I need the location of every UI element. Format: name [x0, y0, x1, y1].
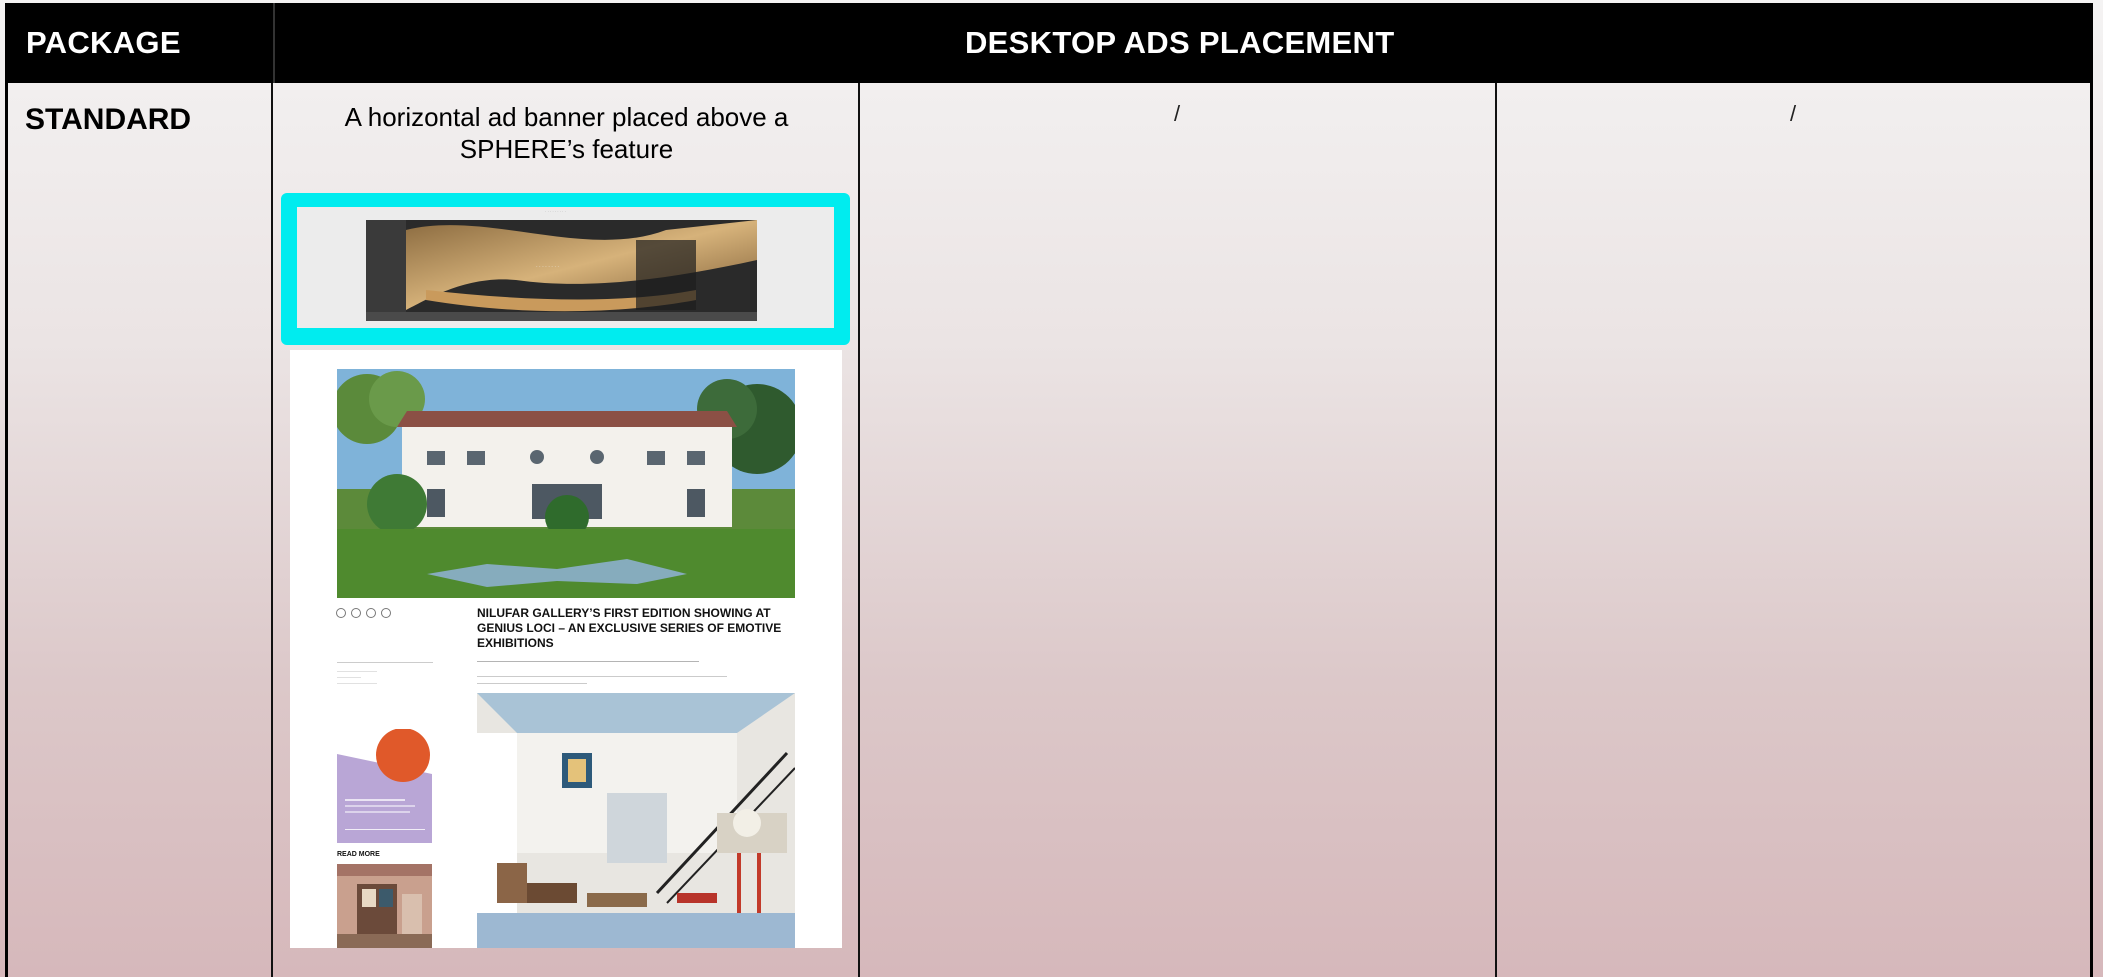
article-meta: ―――――――――― ―――――― ―――――――――― [337, 662, 433, 686]
placement-description: A horizontal ad banner placed above a SP… [344, 102, 789, 164]
ad-banner-image: · · · · · · · · [366, 220, 757, 321]
article-intro-lines: ――――――――――――――――――――――――――――――――――――――――… [477, 674, 727, 687]
header-desktop-ads-placement: DESKTOP ADS PLACEMENT [965, 25, 1395, 60]
header-divider [273, 3, 275, 83]
share-icon [366, 608, 376, 618]
share-icon [336, 608, 346, 618]
ad-label-tiny: · · · · · · · · · [545, 209, 566, 214]
article-hero-image [337, 369, 795, 598]
column-divider-2 [858, 83, 860, 977]
column-divider-1 [271, 83, 273, 977]
promo-card [337, 729, 432, 843]
table-header: PACKAGE DESKTOP ADS PLACEMENT [5, 3, 2093, 83]
column-divider-3 [1495, 83, 1497, 977]
article-subtitle-line: ――――――――――――――――――――――――――――――――――――― [477, 659, 699, 665]
share-icon [351, 608, 361, 618]
placeholder-col4: / [1790, 101, 1797, 126]
social-icons [336, 605, 396, 623]
article-title: NILUFAR GALLERY’S FIRST EDITION SHOWING … [477, 606, 782, 650]
placeholder-col3: / [1174, 101, 1181, 126]
read-more-label: READ MORE [337, 851, 380, 858]
svg-text:· · · · · · · ·: · · · · · · · · [536, 264, 559, 270]
article-interior-image [477, 693, 795, 948]
read-more-thumbnail [337, 864, 432, 948]
header-package: PACKAGE [26, 25, 181, 60]
share-icon [381, 608, 391, 618]
package-name: STANDARD [25, 103, 192, 136]
